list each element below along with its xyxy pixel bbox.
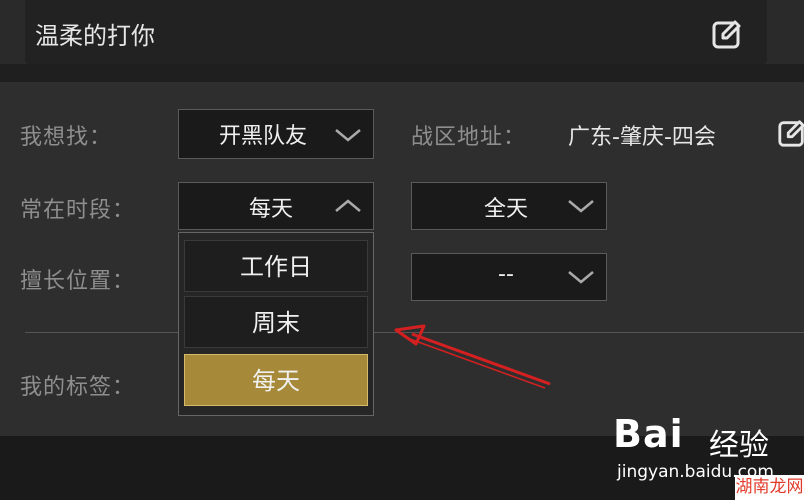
watermark-brand-suffix: 经验 xyxy=(709,428,769,463)
watermark-brand: Bai xyxy=(613,412,684,456)
corner-watermark: 湖南龙网 xyxy=(735,475,804,500)
